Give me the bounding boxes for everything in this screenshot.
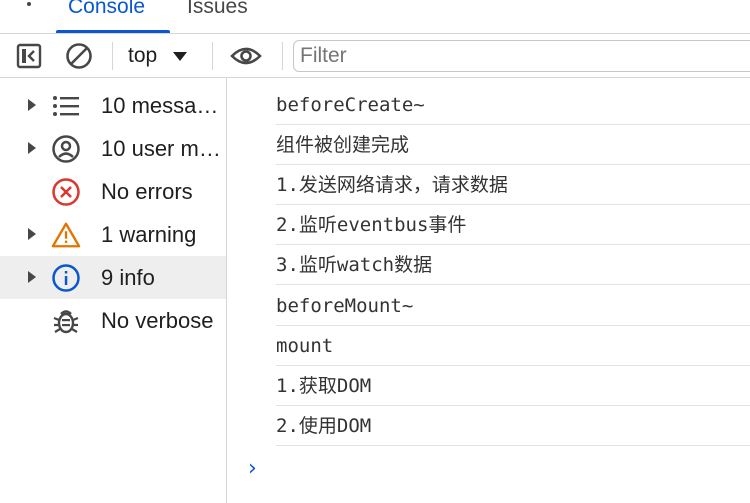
- console-message: 1.获取DOM: [276, 366, 750, 406]
- sidebar-item-errors[interactable]: No errors: [0, 170, 226, 213]
- expand-arrow-icon[interactable]: [28, 271, 36, 283]
- sidebar-item-verbose[interactable]: No verbose: [0, 299, 226, 342]
- context-label: top: [128, 44, 158, 67]
- sidebar-item-messages[interactable]: 10 messages: [0, 84, 226, 127]
- error-icon: [51, 177, 81, 207]
- context-selector[interactable]: top: [128, 42, 188, 70]
- tab-issues[interactable]: Issues: [187, 0, 248, 22]
- sidebar-item-label: 10 messages: [101, 93, 223, 118]
- toolbar-divider: [282, 42, 283, 70]
- toolbar-divider: [212, 42, 213, 70]
- filter-input[interactable]: [293, 40, 750, 72]
- sidebar-item-user-messages[interactable]: 10 user messages: [0, 127, 226, 170]
- sidebar-item-warnings[interactable]: 1 warning: [0, 213, 226, 256]
- chevron-down-icon: [173, 51, 188, 61]
- console-message: beforeMount~: [276, 286, 750, 326]
- warning-icon: [51, 220, 81, 250]
- expand-arrow-icon[interactable]: [28, 99, 36, 111]
- console-message: 3.监听watch数据: [276, 245, 750, 285]
- expand-arrow-icon[interactable]: [28, 142, 36, 154]
- sidebar-toggle-icon[interactable]: [13, 40, 45, 72]
- sidebar-item-label: No verbose: [101, 308, 214, 333]
- info-icon: [51, 263, 81, 293]
- toolbar-divider: [112, 42, 113, 70]
- clear-console-icon[interactable]: [63, 40, 95, 72]
- sidebar-item-label: 10 user messages: [101, 136, 223, 161]
- tab-console[interactable]: Console: [68, 0, 145, 22]
- console-output: beforeCreate~ 组件被创建完成 1.发送网络请求，请求数据 2.监听…: [228, 78, 750, 503]
- bug-icon: [51, 306, 81, 336]
- eye-icon[interactable]: [230, 40, 262, 72]
- more-options-icon[interactable]: [22, 0, 36, 18]
- console-message: beforeCreate~: [276, 85, 750, 125]
- console-message: 2.使用DOM: [276, 406, 750, 446]
- user-icon: [51, 134, 81, 164]
- expand-arrow-icon[interactable]: [28, 228, 36, 240]
- console-sidebar: 10 messages 10 user messages No errors: [0, 78, 227, 503]
- sidebar-item-label: No errors: [101, 179, 193, 204]
- console-message: 2.监听eventbus事件: [276, 205, 750, 245]
- console-message: mount: [276, 326, 750, 366]
- console-message: 组件被创建完成: [276, 125, 750, 165]
- console-toolbar: top: [0, 34, 750, 78]
- sidebar-item-label: 9 info: [101, 265, 155, 290]
- console-message: 1.发送网络请求，请求数据: [276, 165, 750, 205]
- panel-tab-strip: Console Issues: [0, 0, 750, 34]
- list-icon: [51, 91, 81, 121]
- sidebar-item-label: 1 warning: [101, 222, 197, 247]
- active-tab-indicator: [56, 30, 170, 33]
- sidebar-item-info[interactable]: 9 info: [0, 256, 226, 299]
- console-prompt-icon[interactable]: ›: [248, 456, 257, 481]
